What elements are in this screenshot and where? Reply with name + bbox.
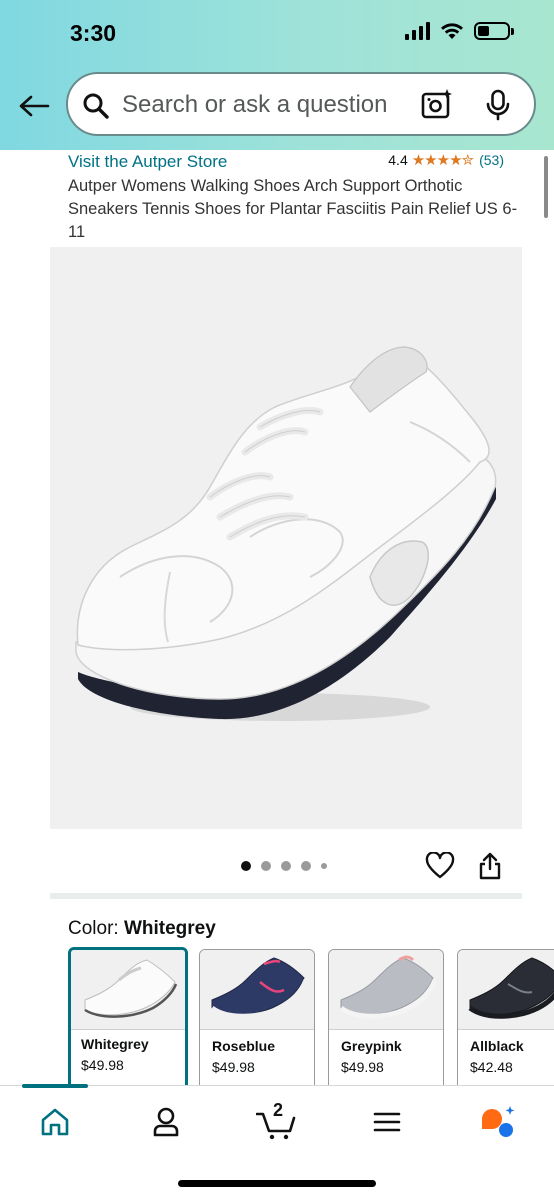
- color-swatch-allblack[interactable]: Allblack $42.48: [457, 949, 554, 1087]
- swatch-thumbnail: [200, 950, 314, 1030]
- rufus-icon: [482, 1106, 515, 1137]
- swatch-price: $42.48: [470, 1059, 513, 1075]
- search-placeholder: Search or ask a question: [122, 91, 388, 118]
- back-arrow-icon: [19, 95, 50, 117]
- gallery-pagination[interactable]: [241, 861, 327, 871]
- nav-menu[interactable]: [367, 1102, 407, 1142]
- search-input[interactable]: Search or ask a question: [66, 72, 536, 136]
- selected-color: Whitegrey: [123, 918, 216, 939]
- swatch-thumbnail: [329, 950, 443, 1030]
- color-label: Color: Whitegrey: [68, 918, 216, 940]
- color-swatch-greypink[interactable]: Greypink $49.98: [328, 949, 444, 1087]
- gallery-dot[interactable]: [261, 861, 271, 871]
- color-label-text: Color:: [68, 918, 119, 939]
- cellular-signal-icon: [405, 22, 430, 40]
- color-swatch-whitegrey[interactable]: Whitegrey $49.98: [68, 947, 188, 1087]
- rating-summary[interactable]: 4.4 ★★★★✮ (53): [388, 151, 504, 169]
- star-rating-icon: ★★★★✮: [411, 152, 474, 169]
- wifi-icon: [441, 23, 463, 39]
- gallery-dot[interactable]: [301, 861, 311, 871]
- swatch-price: $49.98: [81, 1057, 124, 1073]
- swatch-price: $49.98: [212, 1059, 255, 1075]
- gallery-dot[interactable]: [241, 861, 251, 871]
- back-button[interactable]: [16, 88, 52, 124]
- share-icon[interactable]: [477, 851, 503, 881]
- status-time: 3:30: [70, 20, 117, 46]
- scrollbar[interactable]: [544, 156, 548, 218]
- home-indicator[interactable]: [178, 1180, 376, 1187]
- store-link[interactable]: Visit the Autper Store: [68, 152, 227, 172]
- status-bar: 3:30: [0, 0, 554, 64]
- camera-search-icon[interactable]: [420, 88, 454, 122]
- menu-icon: [373, 1112, 401, 1132]
- nav-account[interactable]: [146, 1102, 186, 1142]
- microphone-icon[interactable]: [484, 88, 512, 122]
- swatch-name: Roseblue: [212, 1038, 276, 1054]
- section-divider: [50, 893, 522, 899]
- nav-rufus[interactable]: [477, 1102, 517, 1142]
- home-icon: [41, 1108, 69, 1136]
- search-icon: [83, 93, 109, 119]
- active-tab-indicator: [22, 1084, 88, 1088]
- color-swatches: Whitegrey $49.98 Roseblue $49.98 Greypin…: [68, 947, 554, 1087]
- nav-home[interactable]: [35, 1102, 75, 1142]
- swatch-name: Greypink: [341, 1038, 402, 1054]
- color-swatch-roseblue[interactable]: Roseblue $49.98: [199, 949, 315, 1087]
- swatch-name: Allblack: [470, 1038, 524, 1054]
- gallery-dot[interactable]: [281, 861, 291, 871]
- gallery-dot[interactable]: [321, 863, 327, 869]
- product-image[interactable]: [50, 247, 522, 829]
- rating-value: 4.4: [388, 152, 408, 168]
- battery-icon: [474, 22, 514, 40]
- sneaker-image: [75, 346, 497, 721]
- review-count[interactable]: (53): [479, 152, 504, 168]
- product-title: Autper Womens Walking Shoes Arch Support…: [68, 177, 518, 241]
- heart-icon[interactable]: [425, 852, 455, 880]
- swatch-price: $49.98: [341, 1059, 384, 1075]
- cart-count: 2: [273, 1100, 284, 1120]
- status-icons: [405, 22, 514, 40]
- account-icon: [153, 1107, 179, 1137]
- swatch-thumbnail: [71, 950, 185, 1030]
- swatch-thumbnail: [458, 950, 554, 1030]
- swatch-name: Whitegrey: [81, 1036, 149, 1052]
